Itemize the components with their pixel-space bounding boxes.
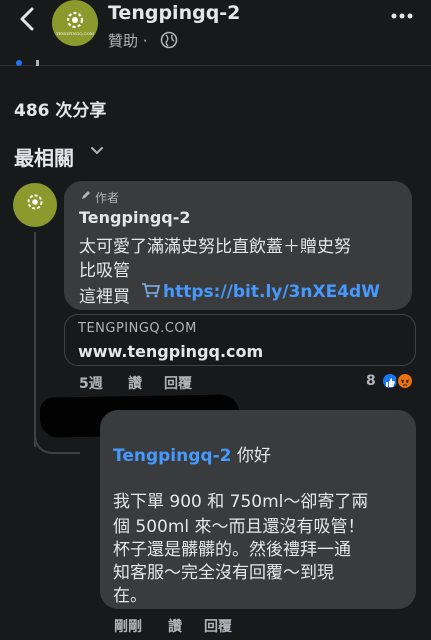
share-count[interactable]: 486 次分享 [14, 96, 106, 121]
reply-reply-button[interactable]: 回覆 [204, 616, 232, 636]
back-button[interactable] [12, 4, 44, 34]
reply-text-line: 杯子還是髒髒的。然後禮拜一通 [113, 540, 351, 560]
sort-label[interactable]: 最相關 [14, 142, 74, 171]
preview-domain: TENGPINGQ.COM [78, 321, 197, 336]
thread-line [34, 232, 36, 447]
comment-text-line: 比吸管 [79, 261, 130, 281]
chevron-left-icon [20, 7, 34, 31]
preview-url: www.tengpingq.com [78, 342, 264, 361]
reaction-stub-icon [16, 60, 39, 66]
globe-icon [160, 31, 178, 49]
comment-time: 5週 [79, 376, 103, 392]
reply-text-line: 個 500ml 來～而且還沒有吸管！ [113, 517, 365, 537]
like-button[interactable]: 讚 [128, 373, 142, 393]
sponsored-label: 贊助 · [108, 32, 148, 50]
logo-text: TENGPINGQ.COM [55, 31, 95, 36]
author-badge: 作者 [95, 191, 120, 205]
reply-greeting: 你好 [231, 446, 271, 466]
mention-link[interactable]: Tengpingq-2 [113, 446, 231, 466]
comment-text-line: 太可愛了滿滿史努比直飲蓋＋贈史努 [79, 237, 351, 257]
commenter-avatar[interactable] [13, 183, 57, 227]
angry-icon [396, 372, 414, 390]
pen-icon [82, 191, 90, 199]
more-dots-icon [391, 13, 413, 19]
reaction-count[interactable]: 8 [366, 373, 376, 389]
reply-button[interactable]: 回覆 [164, 373, 192, 393]
reply-time: 剛剛 [114, 619, 142, 635]
page-name[interactable]: Tengpingq-2 [108, 2, 240, 24]
more-options-button[interactable] [390, 6, 414, 32]
comment-link[interactable]: https://bit.ly/3nXE4dW [163, 282, 380, 302]
reply-text-line: 我下單 900 和 750ml～卻寄了兩 [113, 492, 369, 512]
reply-text-line: 知客服～完全沒有回覆～到現 [113, 563, 334, 583]
reply-like-button[interactable]: 讚 [168, 616, 182, 636]
shopping-cart-icon [142, 283, 161, 298]
reply-text-line: 在。 [113, 586, 147, 606]
chevron-down-icon[interactable] [90, 144, 104, 158]
comment-text-line: 這裡買 [79, 287, 130, 307]
comment-author[interactable]: Tengpingq-2 [79, 208, 191, 227]
page-avatar[interactable]: TENGPINGQ.COM [52, 0, 98, 46]
